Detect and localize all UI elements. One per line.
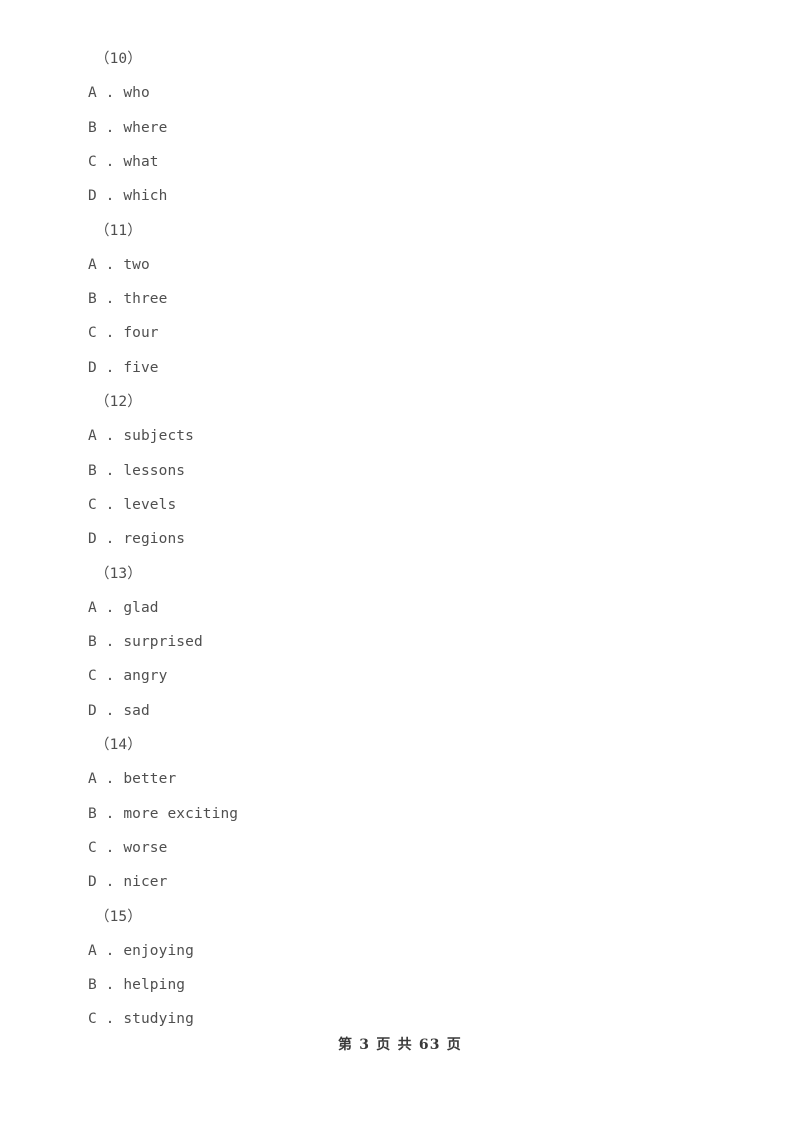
question-number: （11）: [95, 222, 142, 239]
answer-option[interactable]: C . angry: [88, 667, 167, 685]
answer-option[interactable]: B . lessons: [88, 462, 185, 480]
answer-option[interactable]: A . better: [88, 770, 176, 788]
question-number: （10）: [95, 51, 142, 67]
answer-option[interactable]: B . more exciting: [88, 805, 238, 823]
answer-option[interactable]: A . glad: [88, 599, 159, 617]
question-number: （12）: [95, 394, 142, 410]
answer-option[interactable]: A . two: [88, 256, 150, 274]
answer-option[interactable]: C . levels: [88, 496, 176, 514]
answer-option[interactable]: D . nicer: [88, 873, 167, 891]
answer-option[interactable]: A . enjoying: [88, 942, 194, 960]
document-page: （10） A . who B . where C . what D . which （11…: [0, 0, 800, 1132]
page-footer: 第 3 页 共 63 页: [338, 1037, 462, 1053]
answer-option[interactable]: D . five: [88, 359, 159, 377]
answer-option[interactable]: C . what: [88, 153, 159, 171]
question-number: （13）: [95, 565, 142, 582]
answer-option[interactable]: C . studying: [88, 1010, 194, 1028]
answer-option[interactable]: C . worse: [88, 839, 167, 857]
question-number: （15）: [95, 908, 142, 925]
answer-option[interactable]: B . helping: [88, 976, 185, 994]
answer-option[interactable]: B . surprised: [88, 633, 203, 651]
answer-option[interactable]: D . sad: [88, 702, 150, 720]
answer-option[interactable]: A . subjects: [88, 427, 194, 445]
answer-option[interactable]: D . which: [88, 187, 167, 205]
question-number: （14）: [95, 737, 142, 753]
answer-option[interactable]: B . where: [88, 119, 167, 137]
answer-option[interactable]: A . who: [88, 84, 150, 102]
answer-option[interactable]: B . three: [88, 290, 167, 308]
answer-option[interactable]: D . regions: [88, 530, 185, 548]
answer-option[interactable]: C . four: [88, 324, 159, 342]
